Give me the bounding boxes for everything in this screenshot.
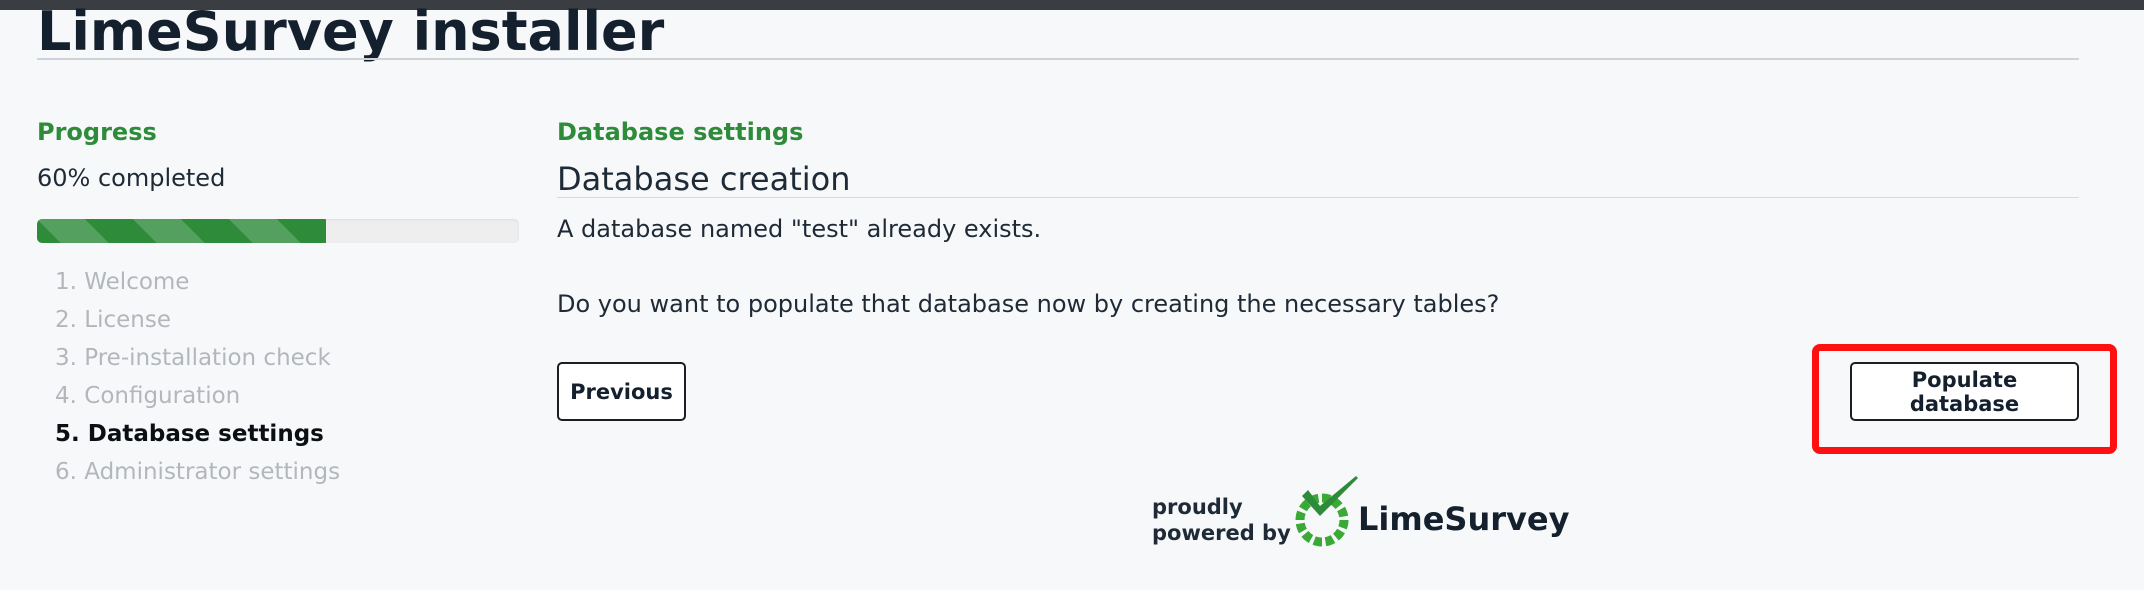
powered-line-1: proudly	[1152, 495, 1243, 519]
section-title: Database creation	[557, 160, 851, 198]
step-welcome: 1. Welcome	[55, 269, 190, 295]
step-administrator-settings: 6. Administrator settings	[55, 459, 341, 485]
powered-by-text: proudly powered by	[1152, 494, 1291, 546]
database-exists-message: A database named "test" already exists.	[557, 215, 1042, 243]
section-heading: Database settings	[557, 118, 804, 146]
step-database-settings: 5. Database settings	[55, 421, 324, 447]
section-divider	[557, 197, 2079, 198]
progress-text: 60% completed	[37, 164, 226, 192]
page-title: LimeSurvey installer	[37, 0, 665, 63]
previous-button[interactable]: Previous	[557, 362, 686, 421]
progress-bar-fill	[37, 219, 327, 243]
progress-heading: Progress	[37, 118, 157, 146]
step-license: 2. License	[55, 307, 171, 333]
limesurvey-brand: LimeSurvey	[1358, 500, 1570, 538]
powered-line-2: powered by	[1152, 521, 1291, 545]
step-pre-installation-check: 3. Pre-installation check	[55, 345, 331, 371]
limesurvey-logo-icon	[1295, 476, 1358, 547]
installer-steps: 1. Welcome 2. License 3. Pre-installatio…	[55, 263, 340, 491]
title-divider	[37, 58, 2079, 60]
highlight-annotation	[1812, 344, 2117, 454]
populate-question: Do you want to populate that database no…	[557, 290, 1500, 318]
progress-bar	[37, 219, 519, 243]
step-configuration: 4. Configuration	[55, 383, 241, 409]
